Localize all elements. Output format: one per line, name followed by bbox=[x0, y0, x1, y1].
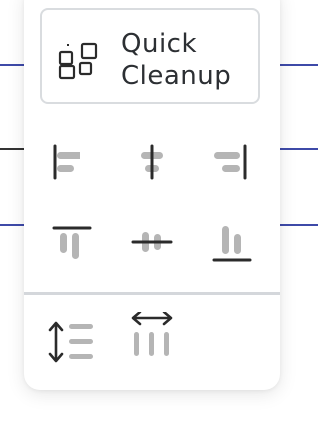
align-center-horizontal-button[interactable] bbox=[128, 138, 176, 186]
quick-cleanup-label-line1: Quick bbox=[121, 29, 198, 59]
quick-cleanup-label: Quick Cleanup bbox=[121, 28, 231, 92]
canvas: Quick Cleanup bbox=[0, 0, 318, 424]
connector-line-right-bottom bbox=[276, 224, 318, 226]
distribute-horizontal-icon bbox=[131, 312, 173, 356]
align-bottom-button[interactable] bbox=[208, 220, 256, 268]
divider bbox=[24, 292, 280, 295]
align-center-vertical-button[interactable] bbox=[128, 220, 176, 268]
align-left-icon bbox=[53, 144, 80, 180]
align-top-button[interactable] bbox=[48, 220, 96, 268]
align-top-icon bbox=[52, 226, 92, 259]
quick-cleanup-label-line2: Cleanup bbox=[121, 61, 232, 91]
distribute-vertical-button[interactable] bbox=[48, 318, 96, 366]
arrange-panel: Quick Cleanup bbox=[24, 0, 280, 390]
distribute-vertical-icon bbox=[48, 321, 93, 363]
align-right-button[interactable] bbox=[204, 138, 252, 186]
connector-line-right-middle bbox=[276, 148, 318, 150]
cleanup-grid-icon bbox=[58, 40, 98, 80]
align-center-horizontal-icon bbox=[141, 144, 163, 180]
align-right-icon bbox=[214, 144, 247, 180]
connector-line-right-top bbox=[276, 64, 318, 66]
quick-cleanup-button[interactable]: Quick Cleanup bbox=[40, 8, 260, 104]
align-bottom-icon bbox=[212, 226, 252, 262]
align-center-vertical-icon bbox=[131, 232, 173, 252]
distribute-horizontal-button[interactable] bbox=[128, 312, 176, 360]
align-left-button[interactable] bbox=[32, 138, 80, 186]
